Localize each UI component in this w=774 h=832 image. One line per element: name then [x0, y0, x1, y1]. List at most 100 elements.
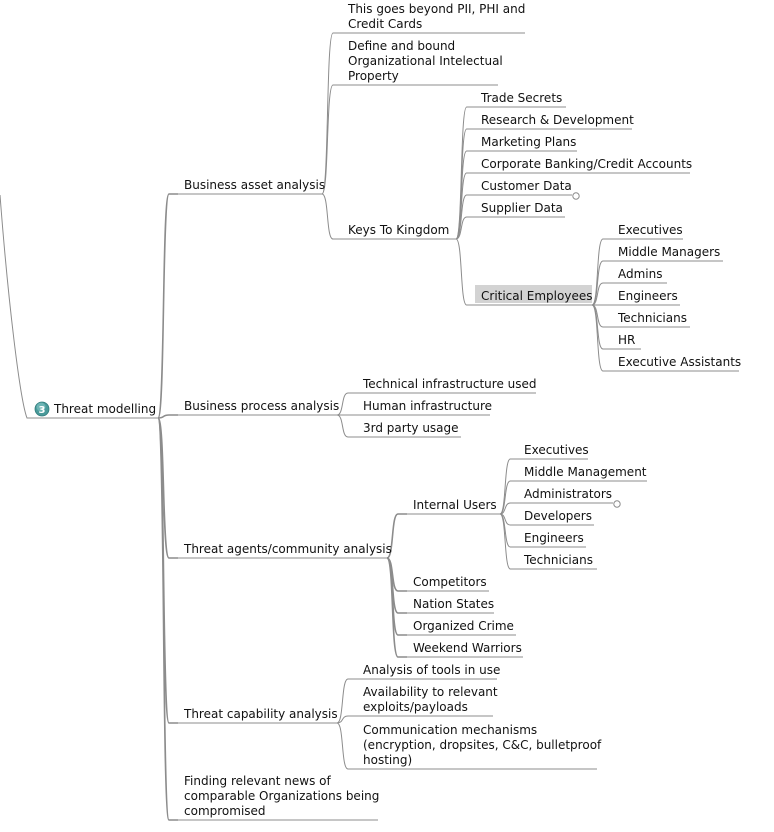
node-this-goes-beyond-pii-phi-and-credit-card[interactable]: This goes beyond PII, PHI andCredit Card… [342, 2, 525, 34]
node-label: Analysis of tools in use [363, 663, 500, 677]
node-label: Customer Data [481, 179, 572, 193]
node-label: Threat agents/community analysis [183, 542, 392, 556]
connector-line [336, 392, 357, 416]
node-admins[interactable]: Admins [612, 267, 667, 284]
connector-line [499, 480, 518, 515]
node-label: Trade Secrets [480, 91, 562, 105]
node-hr[interactable]: HR [612, 333, 641, 350]
connector-line [386, 557, 407, 658]
node-label: Executives [618, 223, 683, 237]
priority-badge-number: 3 [39, 405, 46, 416]
node-technicians[interactable]: Technicians [518, 553, 597, 570]
node-label: Middle Management [524, 465, 647, 479]
node-label: Corporate Banking/Credit Accounts [481, 157, 692, 171]
connector-line [591, 238, 612, 306]
node-3rd-party-usage[interactable]: 3rd party usage [357, 421, 461, 438]
node-research-development[interactable]: Research & Development [475, 113, 634, 130]
connector-line [455, 172, 475, 240]
node-human-infrastructure[interactable]: Human infrastructure [357, 399, 492, 416]
node-label: Middle Managers [618, 245, 720, 259]
node-label: Internal Users [413, 498, 497, 512]
node-weekend-warriors[interactable]: Weekend Warriors [407, 641, 523, 658]
offscreen-parent-connector [0, 194, 54, 419]
expand-toggle-icon[interactable] [613, 500, 621, 508]
node-label: Weekend Warriors [413, 641, 522, 655]
node-keys-to-kingdom[interactable]: Keys To Kingdom [342, 223, 456, 240]
node-label: This goes beyond PII, PHI and [347, 2, 525, 16]
node-label: Nation States [413, 597, 494, 611]
node-technical-infrastructure-used[interactable]: Technical infrastructure used [357, 377, 537, 394]
node-supplier-data[interactable]: Supplier Data [475, 201, 565, 218]
node-label: compromised [184, 804, 266, 818]
connector-line [455, 238, 475, 306]
node-label: Finding relevant news of [184, 774, 332, 788]
node-label: exploits/payloads [363, 700, 468, 714]
priority-3-icon: 3 [34, 401, 50, 417]
node-label: Availability to relevant [363, 685, 498, 699]
node-technicians[interactable]: Technicians [612, 311, 690, 328]
node-label: hosting) [363, 753, 412, 767]
node-label: Threat capability analysis [183, 707, 338, 721]
node-label: Developers [524, 509, 592, 523]
node-label: Administrators [524, 487, 612, 501]
node-executives[interactable]: Executives [612, 223, 683, 240]
node-label: 3rd party usage [363, 421, 459, 435]
node-organized-crime[interactable]: Organized Crime [407, 619, 516, 636]
node-analysis-of-tools-in-use[interactable]: Analysis of tools in use [357, 663, 500, 680]
connector-line [321, 32, 342, 195]
node-engineers[interactable]: Engineers [518, 531, 586, 548]
node-define-and-bound-organizational-intelect[interactable]: Define and boundOrganizational Intelectu… [342, 39, 503, 86]
node-internal-users[interactable]: Internal Users [407, 498, 500, 515]
node-label: Marketing Plans [481, 135, 576, 149]
node-label: (encryption, dropsites, C&C, bulletproof [363, 738, 602, 752]
node-business-asset-analysis[interactable]: Business asset analysis [178, 178, 325, 195]
connector-line [321, 193, 342, 240]
node-label: Competitors [413, 575, 487, 589]
node-label: Supplier Data [481, 201, 563, 215]
node-middle-management[interactable]: Middle Management [518, 465, 647, 482]
node-developers[interactable]: Developers [518, 509, 594, 526]
node-nation-states[interactable]: Nation States [407, 597, 494, 614]
node-executives[interactable]: Executives [518, 443, 589, 460]
expand-toggle-icon[interactable] [572, 192, 580, 200]
node-competitors[interactable]: Competitors [407, 575, 489, 592]
node-label: Keys To Kingdom [348, 223, 449, 237]
node-threat-capability-analysis[interactable]: Threat capability analysis [178, 707, 338, 724]
node-availability-to-relevant-exploits-payloa[interactable]: Availability to relevantexploits/payload… [357, 685, 498, 717]
connector-line [455, 128, 475, 240]
node-corporate-banking-credit-accounts[interactable]: Corporate Banking/Credit Accounts [475, 157, 692, 174]
node-threat-modelling[interactable]: 3 Threat modelling [34, 401, 158, 419]
node-label: Critical Employees [481, 289, 592, 303]
node-engineers[interactable]: Engineers [612, 289, 680, 306]
connector-line [499, 513, 518, 570]
node-business-process-analysis[interactable]: Business process analysis [178, 399, 339, 416]
node-label: Threat modelling [53, 402, 156, 416]
mind-map-canvas[interactable]: 3 Threat modelling Business asset analysis… [0, 0, 774, 832]
node-middle-managers[interactable]: Middle Managers [612, 245, 723, 262]
node-critical-employees[interactable]: Critical Employees [475, 285, 592, 306]
node-label: Property [348, 69, 399, 83]
node-label: Business asset analysis [184, 178, 325, 192]
connector-line [157, 193, 178, 419]
node-customer-data[interactable]: Customer Data [475, 179, 580, 200]
node-label: Executives [524, 443, 589, 457]
connector-line [336, 414, 357, 438]
node-label: Credit Cards [348, 17, 422, 31]
node-label: Executive Assistants [618, 355, 741, 369]
node-label: Organizational Intelectual [348, 54, 503, 68]
node-finding-relevant-news-of-comparable-orga[interactable]: Finding relevant news ofcomparable Organ… [178, 774, 379, 821]
node-marketing-plans[interactable]: Marketing Plans [475, 135, 577, 152]
node-threat-agents-community-analysis[interactable]: Threat agents/community analysis [178, 542, 392, 559]
node-label: Business process analysis [184, 399, 339, 413]
node-administrators[interactable]: Administrators [518, 487, 621, 508]
node-label: Define and bound [348, 39, 455, 53]
connector-line [157, 417, 178, 821]
node-label: Engineers [524, 531, 584, 545]
node-label: Human infrastructure [363, 399, 492, 413]
node-communication-mechanisms-encryption-drop[interactable]: Communication mechanisms(encryption, dro… [357, 723, 602, 770]
node-trade-secrets[interactable]: Trade Secrets [475, 91, 566, 108]
connector-line [591, 282, 612, 306]
node-executive-assistants[interactable]: Executive Assistants [612, 355, 741, 372]
node-label: Technicians [617, 311, 687, 325]
node-label: Technicians [523, 553, 593, 567]
